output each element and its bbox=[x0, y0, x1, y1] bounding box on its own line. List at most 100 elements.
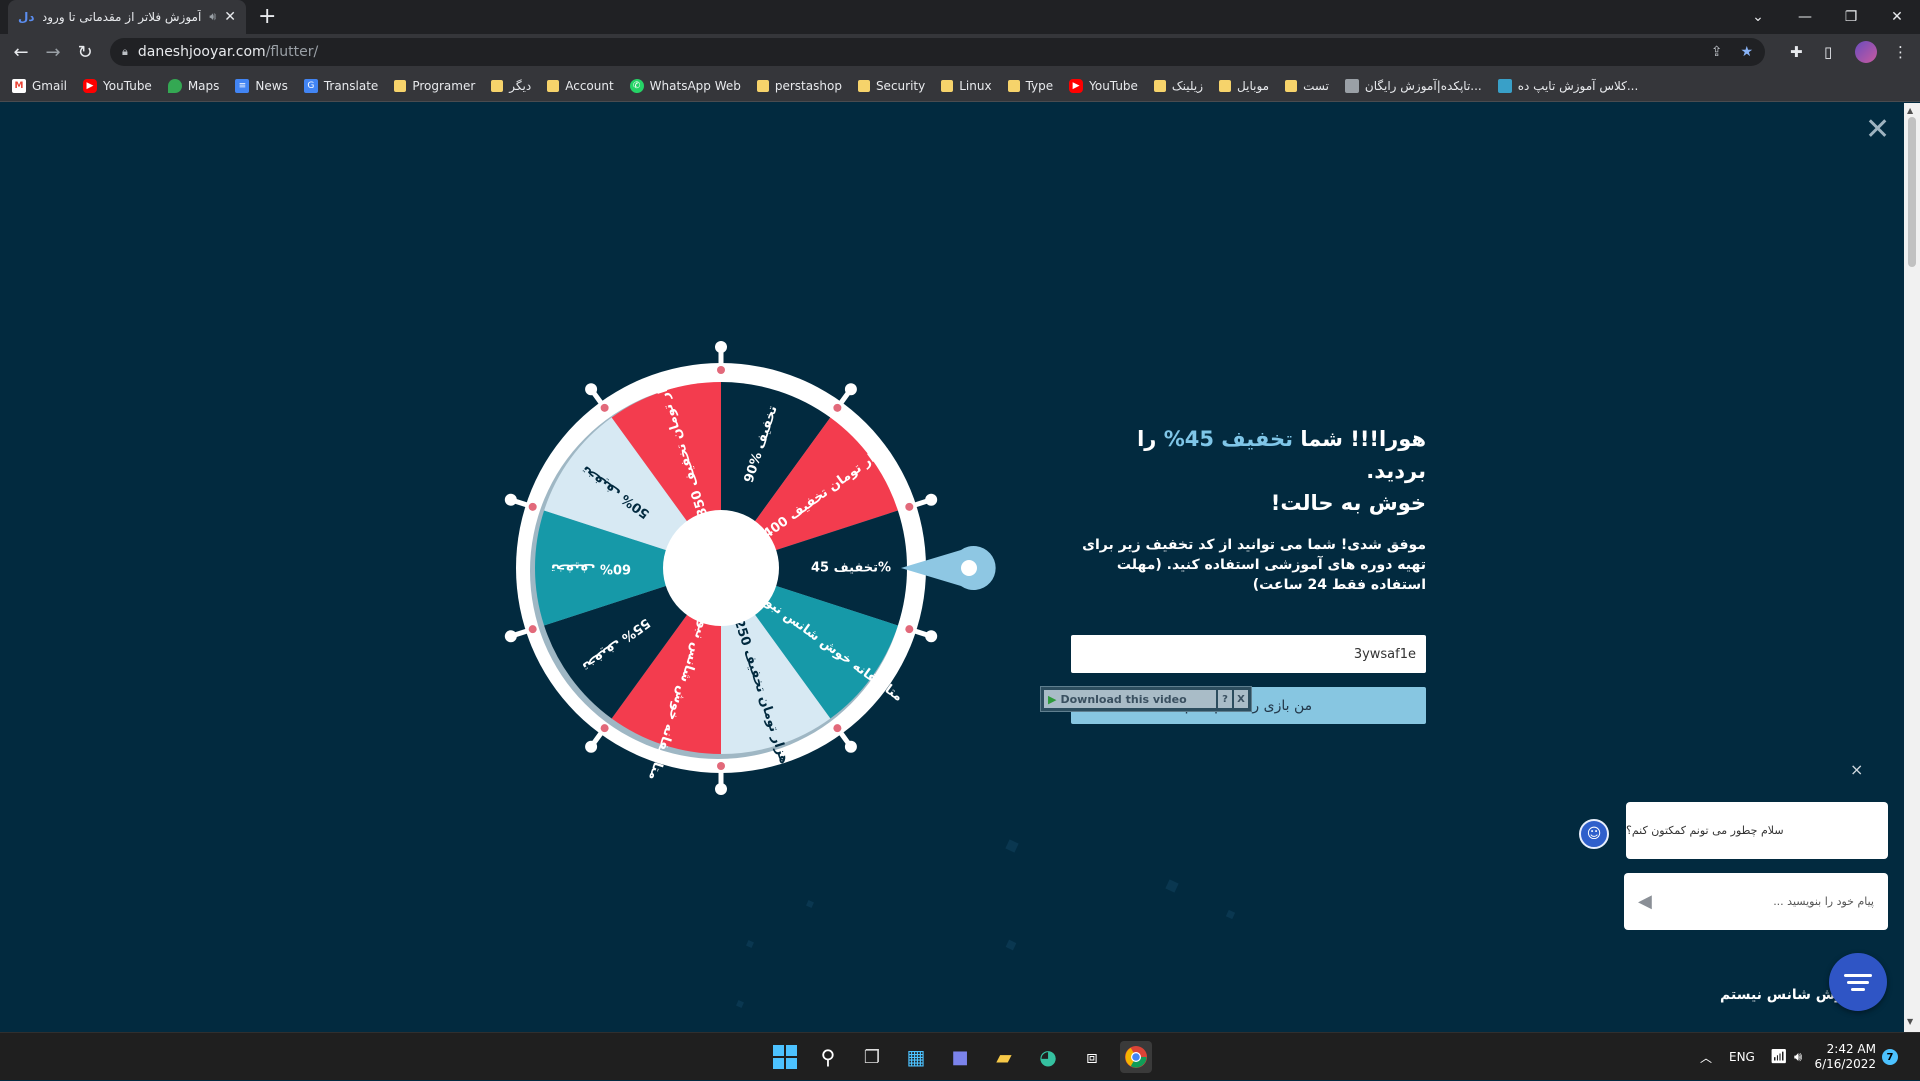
windows-start-icon[interactable] bbox=[769, 1041, 801, 1073]
new-tab-button[interactable]: + bbox=[258, 4, 276, 30]
bookmark-item[interactable]: perstashop bbox=[756, 79, 842, 93]
file-explorer-icon[interactable]: ▰ bbox=[988, 1041, 1020, 1073]
confetti-piece bbox=[806, 900, 814, 908]
volume-icon[interactable]: 🔊︎ bbox=[1794, 1033, 1802, 1081]
edge-browser-icon[interactable]: ◕ bbox=[1032, 1041, 1064, 1073]
search-icon[interactable]: ⚲ bbox=[812, 1041, 844, 1073]
extensions-puzzle-icon[interactable]: ✚ bbox=[1790, 34, 1803, 70]
download-video-toolbar: ▶ Download this video ? X bbox=[1040, 686, 1252, 712]
task-view-icon[interactable]: ❐ bbox=[856, 1041, 888, 1073]
url-host: daneshjooyar.com bbox=[137, 44, 266, 60]
folder-icon bbox=[491, 79, 504, 92]
bookmark-item[interactable]: Security bbox=[857, 79, 925, 93]
support-bot-avatar: ☺ bbox=[1579, 819, 1609, 849]
bookmark-item[interactable]: Account bbox=[547, 78, 614, 93]
page-scrollbar[interactable]: ▲ ▼ bbox=[1904, 103, 1920, 1032]
notification-badge[interactable]: 7 bbox=[1882, 1049, 1898, 1065]
download-video-button[interactable]: ▶ Download this video bbox=[1044, 690, 1216, 708]
bookmark-label: زیلینک bbox=[1171, 78, 1204, 93]
window-close-button[interactable]: ✕ bbox=[1874, 0, 1920, 34]
bookmark-item[interactable]: موبایل bbox=[1219, 79, 1269, 93]
bookmark-item[interactable]: ≡ News bbox=[235, 78, 288, 93]
kebab-menu-icon[interactable]: ⋮ bbox=[1893, 34, 1908, 70]
bookmark-item[interactable]: ▶ YouTube bbox=[1069, 78, 1138, 93]
wheel-pointer-dot bbox=[961, 560, 977, 576]
tab-close-icon[interactable]: ✕ bbox=[224, 9, 236, 25]
language-indicator[interactable]: ENG bbox=[1729, 1033, 1755, 1081]
bookmark-item[interactable]: دیگر bbox=[491, 79, 531, 93]
lock-icon[interactable]: 🔒︎ bbox=[122, 45, 128, 59]
download-toolbar-close-button[interactable]: X bbox=[1234, 690, 1248, 708]
bookmark-item[interactable]: ▶ YouTube bbox=[83, 78, 152, 93]
tab-title: آموزش فلاتر از مقدماتی تا ورود bbox=[42, 10, 202, 24]
share-icon[interactable]: ⇪ bbox=[1711, 44, 1723, 60]
scroll-down-arrow-icon[interactable]: ▼ bbox=[1907, 1017, 1913, 1026]
bookmark-item[interactable]: تست bbox=[1285, 79, 1329, 93]
chrome-taskbar-icon[interactable] bbox=[1120, 1041, 1152, 1073]
browser-tab-bar: دل آموزش فلاتر از مقدماتی تا ورود 🔊︎ ✕ +… bbox=[0, 0, 1920, 34]
chat-close-button[interactable]: × bbox=[1850, 760, 1863, 779]
back-arrow-icon[interactable]: ← bbox=[6, 34, 36, 70]
folder-icon bbox=[1007, 79, 1020, 92]
page-icon bbox=[1344, 78, 1359, 93]
bookmark-star-icon[interactable]: ★ bbox=[1740, 44, 1753, 60]
browser-tab-active[interactable]: دل آموزش فلاتر از مقدماتی تا ورود 🔊︎ ✕ bbox=[8, 0, 246, 34]
bookmark-item[interactable]: ✆ WhatsApp Web bbox=[629, 78, 741, 93]
address-bar[interactable]: 🔒︎ daneshjooyar.com/flutter/ ⇪ ★ bbox=[110, 38, 1765, 66]
chat-greeting-bubble: سلام چطور می تونم کمکتون کنم؟ bbox=[1626, 802, 1888, 859]
confetti-piece bbox=[736, 1000, 744, 1008]
taskbar-clock[interactable]: 2:42 AM 6/16/2022 bbox=[1814, 1042, 1876, 1072]
coupon-code-field[interactable] bbox=[1071, 635, 1426, 673]
prize-wheel[interactable]: 90% تخفیف400 هزار تومان تخفیفتخفیف 45%مت… bbox=[451, 298, 996, 838]
wheel-peg bbox=[717, 366, 725, 374]
bookmark-item[interactable]: کلاس آموزش تایپ ده... bbox=[1497, 78, 1638, 93]
bookmark-item[interactable]: Type bbox=[1007, 79, 1053, 93]
wheel-handle-knob bbox=[925, 493, 938, 506]
scrollbar-thumb[interactable] bbox=[1908, 117, 1916, 267]
bookmark-label: YouTube bbox=[1089, 78, 1138, 93]
result-title: هورا!!! شما تخفیف 45% را بردید. خوش به ح… bbox=[1137, 427, 1426, 515]
bookmark-label: Programer bbox=[412, 78, 476, 93]
bookmark-item[interactable]: M Gmail bbox=[12, 78, 67, 93]
restore-button[interactable]: ❐ bbox=[1828, 0, 1874, 34]
teams-chat-icon[interactable]: ■ bbox=[944, 1041, 976, 1073]
bookmark-item[interactable]: Programer bbox=[394, 79, 475, 93]
bookmark-item[interactable]: Linux bbox=[941, 78, 992, 93]
youtube-icon: ▶ bbox=[1069, 78, 1084, 93]
tab-search-chevron-icon[interactable]: ⌄ bbox=[1735, 0, 1781, 34]
chat-toggle-button[interactable] bbox=[1829, 953, 1887, 1011]
folder-icon bbox=[1219, 79, 1232, 92]
store-icon[interactable]: ⧈ bbox=[1076, 1041, 1108, 1073]
help-button[interactable]: ? bbox=[1218, 690, 1232, 708]
confetti-piece bbox=[746, 940, 754, 948]
wheel-peg bbox=[833, 403, 842, 412]
widgets-icon[interactable]: ▦ bbox=[900, 1041, 932, 1073]
forward-arrow-icon[interactable]: → bbox=[38, 34, 68, 70]
speaker-icon[interactable]: 🔊︎ bbox=[209, 10, 216, 24]
bookmark-item[interactable]: Maps bbox=[167, 78, 219, 93]
overlay-close-icon[interactable]: ✕ bbox=[1865, 115, 1890, 145]
bookmark-label: Account bbox=[565, 78, 614, 93]
wheel-handle-knob bbox=[844, 740, 857, 753]
wheel-handle-knob bbox=[585, 383, 598, 396]
bookmark-item[interactable]: زیلینک bbox=[1153, 78, 1204, 93]
profile-avatar[interactable] bbox=[1855, 34, 1877, 70]
send-arrow-icon[interactable]: ◀ bbox=[1638, 891, 1652, 912]
bookmark-label: WhatsApp Web bbox=[649, 78, 741, 93]
scroll-up-arrow-icon[interactable]: ▲ bbox=[1907, 106, 1913, 115]
confetti-piece bbox=[1005, 839, 1019, 853]
bookmark-label: Linux bbox=[959, 78, 992, 93]
reload-icon[interactable]: ↻ bbox=[70, 34, 100, 70]
wifi-icon[interactable]: 📶︎ bbox=[1770, 1033, 1788, 1081]
wheel-hub bbox=[663, 510, 779, 626]
prize-highlight: تخفیف 45% bbox=[1163, 427, 1294, 451]
tray-overflow-chevron-icon[interactable]: ︿ bbox=[1700, 1033, 1712, 1081]
bookmark-item[interactable]: G Translate bbox=[303, 78, 378, 93]
confetti-piece bbox=[1165, 879, 1179, 893]
bookmark-item[interactable]: تاپکده|آموزش رایگان... bbox=[1344, 78, 1482, 93]
folder-icon bbox=[547, 79, 560, 92]
side-panel-icon[interactable]: ▯ bbox=[1824, 34, 1832, 70]
wheel-peg bbox=[833, 724, 842, 733]
minimize-button[interactable]: — bbox=[1782, 0, 1828, 34]
chat-message-input[interactable]: ◀ پیام خود را بنویسید ... bbox=[1624, 873, 1888, 930]
